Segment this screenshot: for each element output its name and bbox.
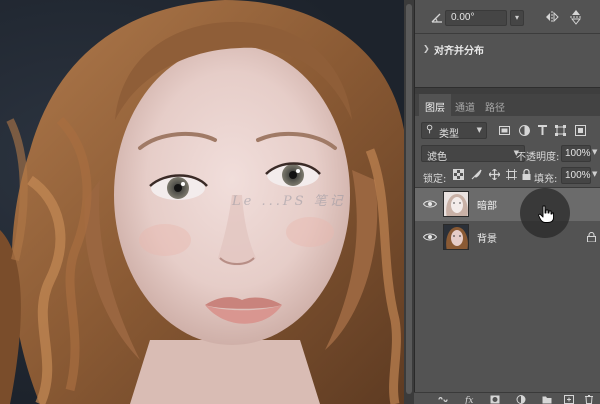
lock-all-icon[interactable] — [521, 169, 532, 180]
flip-vertical-icon[interactable] — [570, 9, 582, 25]
chevron-right-icon[interactable]: ❯ — [423, 44, 430, 53]
lock-label: 锁定: — [423, 174, 447, 185]
opacity-input[interactable]: 100% — [561, 145, 591, 162]
canvas-vertical-scrollbar[interactable] — [404, 0, 414, 404]
tab-paths[interactable]: 路径 — [479, 94, 511, 116]
watermark-text: Le ...PS 笔记 — [232, 194, 346, 209]
layer-thumbnail — [443, 224, 469, 250]
lock-transparent-pixels-icon[interactable] — [453, 169, 464, 180]
opacity-label: 不透明度: — [516, 152, 560, 163]
chevron-down-icon[interactable]: ▼ — [592, 148, 597, 156]
visibility-eye-icon[interactable] — [423, 199, 437, 209]
layers-panel-tabs: 图层 通道 路径 — [415, 94, 600, 116]
chevron-down-icon: ▼ — [476, 126, 482, 134]
layers-bottom-bar: fx — [414, 392, 600, 404]
layer-thumbnail — [443, 191, 469, 217]
chevron-down-icon[interactable]: ▾ — [510, 10, 524, 26]
filter-type-select[interactable]: ⚲ 类型 ▼ — [421, 122, 487, 140]
align-distribute-section: ❯ 对齐并分布 — [415, 34, 600, 88]
align-distribute-title[interactable]: 对齐并分布 — [434, 42, 484, 57]
tab-channels[interactable]: 通道 — [449, 94, 481, 116]
lock-image-pixels-icon[interactable] — [471, 169, 482, 180]
hand-cursor-icon — [538, 205, 554, 223]
layer-name[interactable]: 暗部 — [477, 197, 497, 212]
add-mask-icon[interactable] — [490, 395, 500, 404]
pixel-filter-icon[interactable] — [499, 125, 510, 136]
layer-row-dark[interactable]: 暗部 — [415, 188, 600, 221]
type-filter-icon[interactable] — [537, 125, 548, 136]
lock-artboard-icon[interactable] — [506, 169, 517, 180]
layer-style-icon[interactable]: fx — [464, 395, 474, 404]
flip-horizontal-icon[interactable] — [545, 11, 559, 23]
fill-label: 填充: — [534, 174, 558, 185]
document-canvas[interactable]: Le ...PS 笔记 — [0, 0, 404, 404]
lock-position-icon[interactable] — [489, 169, 500, 180]
chevron-down-icon[interactable]: ▼ — [592, 170, 597, 178]
search-icon: ⚲ — [426, 124, 434, 135]
blend-mode-value: 滤色 — [427, 152, 447, 163]
svg-text:fx: fx — [464, 396, 473, 404]
rotation-angle-input[interactable]: 0.00° — [445, 10, 507, 26]
lock-icon — [587, 232, 596, 242]
layer-name[interactable]: 背景 — [477, 230, 497, 245]
adjustment-layer-icon[interactable] — [516, 395, 526, 404]
transform-row: 0.00° ▾ — [415, 0, 600, 34]
tab-layers[interactable]: 图层 — [419, 94, 451, 116]
right-panel: 0.00° ▾ ❯ 对齐并分布 图层 通道 路径 ⚲ 类型 ▼ 滤色 ▼ 不透明… — [414, 0, 600, 404]
shape-filter-icon[interactable] — [555, 125, 566, 136]
delete-layer-icon[interactable] — [584, 395, 594, 404]
new-layer-icon[interactable] — [564, 395, 574, 404]
blend-mode-select[interactable]: 滤色 ▼ — [421, 145, 525, 163]
layer-row-background[interactable]: 背景 — [415, 221, 600, 254]
adjustment-filter-icon[interactable] — [519, 125, 530, 136]
fill-input[interactable]: 100% — [561, 167, 591, 184]
visibility-eye-icon[interactable] — [423, 232, 437, 242]
angle-icon — [431, 13, 442, 23]
scrollbar-thumb[interactable] — [406, 4, 412, 394]
link-layers-icon[interactable] — [438, 395, 448, 404]
new-group-icon[interactable] — [542, 395, 552, 404]
filter-type-label: 类型 — [439, 129, 459, 140]
smart-object-filter-icon[interactable] — [575, 125, 586, 136]
